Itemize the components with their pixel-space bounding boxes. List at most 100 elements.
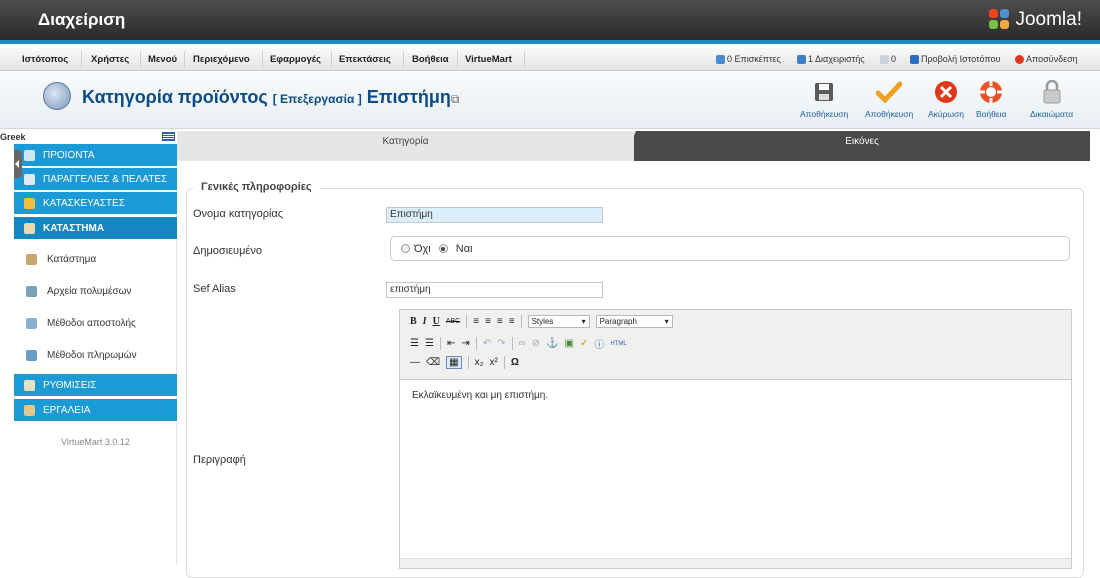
html-icon[interactable]: HTML	[610, 341, 626, 347]
special-char-icon[interactable]: Ω	[511, 357, 519, 368]
menu-components[interactable]: Εφαρμογές	[270, 54, 321, 65]
menu-content[interactable]: Περιεχόμενο	[193, 54, 250, 65]
align-justify-icon[interactable]: ≡	[509, 316, 515, 327]
status-messages[interactable]: 0	[880, 54, 896, 64]
virtuemart-sidebar: Greek ΠΡΟΙΟΝΤΑ ΠΑΡΑΓΓΕΛΙΕΣ & ΠΕΛΑΤΕΣ ΚΑΤ…	[0, 131, 177, 564]
tab-category[interactable]: Κατηγορία	[177, 131, 634, 161]
indent-icon[interactable]: ⇥	[461, 338, 469, 349]
menu-extensions[interactable]: Επεκτάσεις	[339, 54, 391, 65]
image-icon[interactable]: ▣	[564, 338, 573, 349]
sidebar-item-shop[interactable]: ΚΑΤΑΣΤΗΜΑ	[14, 217, 177, 240]
link-icon[interactable]: ∞	[519, 338, 526, 349]
align-right-icon[interactable]: ≡	[497, 316, 503, 327]
menu-users[interactable]: Χρήστες	[91, 54, 129, 65]
menu-virtuemart[interactable]: VirtueMart	[465, 54, 512, 65]
virtuemart-version: VirtueMart 3.0.12	[61, 437, 130, 447]
page-toolbar: Κατηγορία προϊόντος [ Επεξεργασία ] Επισ…	[0, 72, 1100, 129]
format-select[interactable]: Paragraph ▾	[595, 315, 673, 328]
toolbar-separator	[439, 337, 441, 350]
sidebar-item-tools[interactable]: ΕΡΓΑΛΕΙΑ	[14, 399, 177, 422]
visual-aid-icon[interactable]: ▦	[446, 356, 462, 369]
status-visitors: 0 Επισκέπτες	[716, 54, 781, 64]
category-name-label: Ονομα κατηγορίας	[193, 208, 284, 220]
superscript-icon[interactable]: x²	[489, 357, 497, 368]
menu-separator	[331, 51, 332, 68]
view-site-link[interactable]: Προβολή Ιστοτόπου	[910, 54, 1000, 64]
styles-select[interactable]: Styles ▾	[527, 315, 590, 328]
lifebuoy-icon	[977, 78, 1005, 106]
payment-icon	[26, 350, 37, 361]
logout-link[interactable]: Αποσύνδεση	[1015, 54, 1078, 64]
redo-icon[interactable]: ↷	[497, 338, 505, 349]
published-label: Δημοσιευμένο	[193, 245, 262, 257]
editor-toolbar-row-1: B I U ABC ≡ ≡ ≡ ≡ Styles ▾ Paragraph ▾	[410, 315, 673, 328]
menu-menus[interactable]: Μενού	[148, 54, 177, 65]
bullet-list-icon[interactable]: ☰	[410, 338, 419, 349]
chevron-down-icon: ▾	[664, 317, 669, 326]
permissions-button[interactable]: Δικαιώματα	[1030, 78, 1073, 119]
published-no-radio[interactable]	[401, 244, 410, 253]
editor-toolbar-row-2: ☰ ☰ ⇤ ⇥ ↶ ↷ ∞ ⊘ ⚓ ▣ ✓ ⓘ HTML	[410, 336, 627, 351]
greek-flag-icon[interactable]	[162, 132, 175, 141]
settings-icon	[24, 379, 35, 391]
bold-icon[interactable]: B	[410, 316, 417, 327]
sidebar-collapse-handle[interactable]	[14, 150, 22, 178]
horizontal-rule-icon[interactable]: —	[410, 357, 420, 368]
language-row: Greek	[0, 131, 177, 144]
menu-separator	[457, 51, 458, 68]
menu-site[interactable]: Ιστότοπος	[22, 54, 68, 65]
sidebar-item-shipment[interactable]: Μέθοδοι αποστολής	[14, 308, 177, 339]
sidebar-item-products[interactable]: ΠΡΟΙΟΝΤΑ	[14, 144, 177, 167]
menu-separator	[524, 51, 525, 68]
underline-icon[interactable]: U	[433, 316, 440, 327]
description-editor: B I U ABC ≡ ≡ ≡ ≡ Styles ▾ Paragraph ▾ ☰ ☰…	[399, 309, 1072, 569]
media-icon	[26, 286, 37, 297]
numbered-list-icon[interactable]: ☰	[425, 338, 434, 349]
truck-icon	[26, 318, 37, 329]
joomla-mark-icon	[989, 9, 1011, 31]
orders-icon	[24, 173, 35, 185]
sef-alias-input[interactable]: επιστήμη	[386, 282, 603, 298]
sidebar-item-manufacturers[interactable]: ΚΑΤΑΣΚΕΥΑΣΤΕΣ	[14, 192, 177, 215]
remove-format-icon[interactable]: ⌫	[426, 357, 440, 368]
published-radio-group: Όχι Ναι	[390, 236, 1070, 261]
help-button[interactable]: Βοήθεια	[976, 78, 1006, 119]
anchor-icon[interactable]: ⚓	[546, 338, 558, 349]
logout-icon	[1015, 54, 1024, 64]
cleanup-icon[interactable]: ✓	[580, 338, 588, 349]
admin-header: Διαχείριση Joomla!	[0, 0, 1100, 44]
menu-separator	[184, 51, 185, 68]
category-name-input[interactable]: Επιστήμη	[386, 207, 603, 223]
sidebar-item-orders-customers[interactable]: ΠΑΡΑΓΓΕΛΙΕΣ & ΠΕΛΑΤΕΣ	[14, 168, 177, 191]
align-left-icon[interactable]: ≡	[473, 316, 479, 327]
save-button[interactable]: Αποθήκευση	[800, 78, 848, 119]
products-icon	[24, 149, 35, 161]
checkmark-icon	[875, 78, 903, 106]
admins-icon	[797, 54, 806, 64]
unlink-icon[interactable]: ⊘	[532, 338, 540, 349]
editor-toolbar-row-3: — ⌫ ▦ x₂ x² Ω	[410, 356, 519, 369]
sidebar-item-payment[interactable]: Μέθοδοι πληρωμών	[14, 340, 177, 371]
save-close-button[interactable]: Αποθήκευση	[865, 78, 913, 119]
language-label: Greek	[0, 132, 26, 142]
sidebar-item-store[interactable]: Κατάστημα	[14, 244, 177, 275]
joomla-logo[interactable]: Joomla!	[989, 9, 1082, 31]
strikethrough-icon[interactable]: ABC	[446, 318, 460, 325]
outdent-icon[interactable]: ⇤	[447, 338, 455, 349]
visitors-icon	[716, 54, 725, 64]
editor-content[interactable]: Εκλαϊκευμένη και μη επιστήμη.	[412, 390, 548, 401]
editor-toolbar: B I U ABC ≡ ≡ ≡ ≡ Styles ▾ Paragraph ▾ ☰ ☰…	[400, 310, 1071, 380]
menu-help[interactable]: Βοήθεια	[412, 54, 449, 65]
menu-separator	[81, 51, 82, 68]
undo-icon[interactable]: ↶	[483, 338, 491, 349]
external-link-icon[interactable]: ⧉	[451, 92, 460, 106]
tab-images[interactable]: Εικόνες	[634, 131, 1090, 161]
help-icon[interactable]: ⓘ	[594, 336, 604, 351]
sidebar-item-settings[interactable]: ΡΥΘΜΙΣΕΙΣ	[14, 374, 177, 397]
italic-icon[interactable]: I	[423, 316, 427, 327]
cancel-button[interactable]: Ακύρωση	[928, 78, 964, 119]
sidebar-item-media[interactable]: Αρχεία πολυμέσων	[14, 276, 177, 307]
published-yes-radio[interactable]	[438, 244, 448, 253]
align-center-icon[interactable]: ≡	[485, 316, 491, 327]
subscript-icon[interactable]: x₂	[475, 357, 484, 368]
